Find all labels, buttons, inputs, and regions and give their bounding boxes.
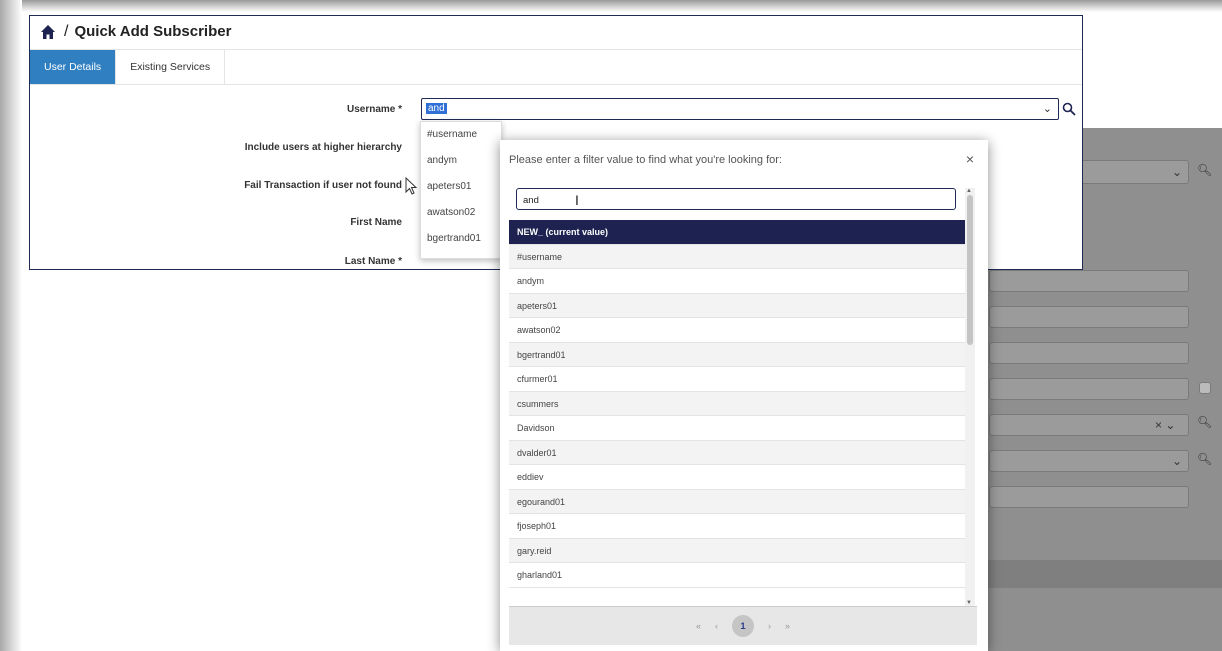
dropdown-item[interactable]: andym — [421, 148, 501, 174]
list-item[interactable]: dvalder01 — [509, 440, 965, 465]
bg-field-2 — [989, 306, 1189, 328]
list-item[interactable]: apeters01 — [509, 293, 965, 318]
list-item[interactable]: cfurmer01 — [509, 367, 965, 392]
list-item[interactable]: awatson02 — [509, 318, 965, 343]
higher-hierarchy-label: Include users at higher hierarchy — [244, 142, 402, 153]
bg-chevron-icon: ⌄ — [1172, 165, 1183, 179]
last-name-label: Last Name * — [344, 256, 402, 267]
list-item[interactable]: gharland01 — [509, 563, 965, 588]
tab-user-details[interactable]: User Details — [30, 50, 117, 84]
dropdown-item[interactable]: bgertrand01 — [421, 226, 501, 252]
tab-existing-services[interactable]: Existing Services — [116, 50, 226, 84]
scroll-up-icon[interactable]: ▲ — [966, 188, 972, 194]
list-item[interactable]: eddiev — [509, 465, 965, 490]
username-label: Username * — [346, 104, 402, 115]
first-page-button[interactable]: « — [696, 621, 701, 631]
list-item[interactable]: bgertrand01 — [509, 342, 965, 367]
bg-search-icon-2: 🔍︎ — [1197, 415, 1213, 429]
page-title: Quick Add Subscriber — [74, 23, 232, 40]
list-item[interactable]: Davidson — [509, 416, 965, 441]
mouse-pointer-icon — [405, 177, 418, 195]
breadcrumb-separator: / — [64, 22, 69, 40]
username-select[interactable]: and ⌄ — [421, 98, 1059, 120]
left-shadow — [0, 0, 22, 651]
modal-title: Please enter a filter value to find what… — [509, 154, 782, 166]
fail-transaction-label: Fail Transaction if user not found — [244, 180, 402, 191]
results-list: NEW_ (current value) #username andym ape… — [509, 220, 965, 588]
list-item[interactable]: gary.reid — [509, 538, 965, 563]
list-scrollbar[interactable]: ▲ ▼ — [965, 188, 975, 606]
bg-chevron-icon-3: ⌄ — [1172, 454, 1183, 468]
filter-modal: Please enter a filter value to find what… — [500, 140, 988, 651]
filter-input[interactable]: and — [516, 188, 956, 210]
bg-checkbox — [1199, 382, 1211, 394]
list-item[interactable]: fjoseph01 — [509, 514, 965, 539]
bg-search-icon: 🔍︎ — [1197, 163, 1213, 177]
breadcrumb: / Quick Add Subscriber — [30, 16, 1082, 47]
search-icon[interactable] — [1062, 102, 1076, 116]
bg-field-5 — [989, 486, 1189, 508]
username-value[interactable]: and — [426, 103, 447, 114]
list-item[interactable]: #username — [509, 244, 965, 269]
dropdown-item[interactable]: awatson02 — [421, 200, 501, 226]
pagination: « ‹ 1 › » — [509, 606, 977, 645]
list-item[interactable]: egourand01 — [509, 489, 965, 514]
bg-field-1 — [989, 270, 1189, 292]
prev-page-button[interactable]: ‹ — [715, 621, 718, 631]
current-page-button[interactable]: 1 — [732, 615, 754, 637]
next-page-button[interactable]: › — [768, 621, 771, 631]
dropdown-item[interactable]: #username — [421, 122, 501, 148]
home-icon[interactable] — [40, 24, 56, 40]
first-name-label: First Name — [350, 217, 402, 228]
list-item[interactable]: andym — [509, 269, 965, 294]
text-cursor-icon: I — [575, 192, 579, 208]
scrollbar-thumb[interactable] — [967, 195, 973, 345]
dropdown-item[interactable]: apeters01 — [421, 174, 501, 200]
tab-bar: User Details Existing Services — [30, 49, 1082, 85]
bg-field-3 — [989, 342, 1189, 364]
top-shadow — [0, 0, 1222, 12]
bg-field-4 — [989, 378, 1189, 400]
username-dropdown-list: #username andym apeters01 awatson02 bger… — [420, 121, 502, 259]
list-item[interactable]: csummers — [509, 391, 965, 416]
bg-clear-icon: × ⌄ — [1155, 418, 1176, 432]
list-item-current[interactable]: NEW_ (current value) — [509, 220, 965, 245]
last-page-button[interactable]: » — [785, 621, 790, 631]
chevron-down-icon[interactable]: ⌄ — [1043, 102, 1052, 115]
bg-search-icon-3: 🔍︎ — [1197, 452, 1213, 466]
bg-select-3 — [989, 450, 1189, 472]
close-icon[interactable]: × — [966, 151, 974, 167]
